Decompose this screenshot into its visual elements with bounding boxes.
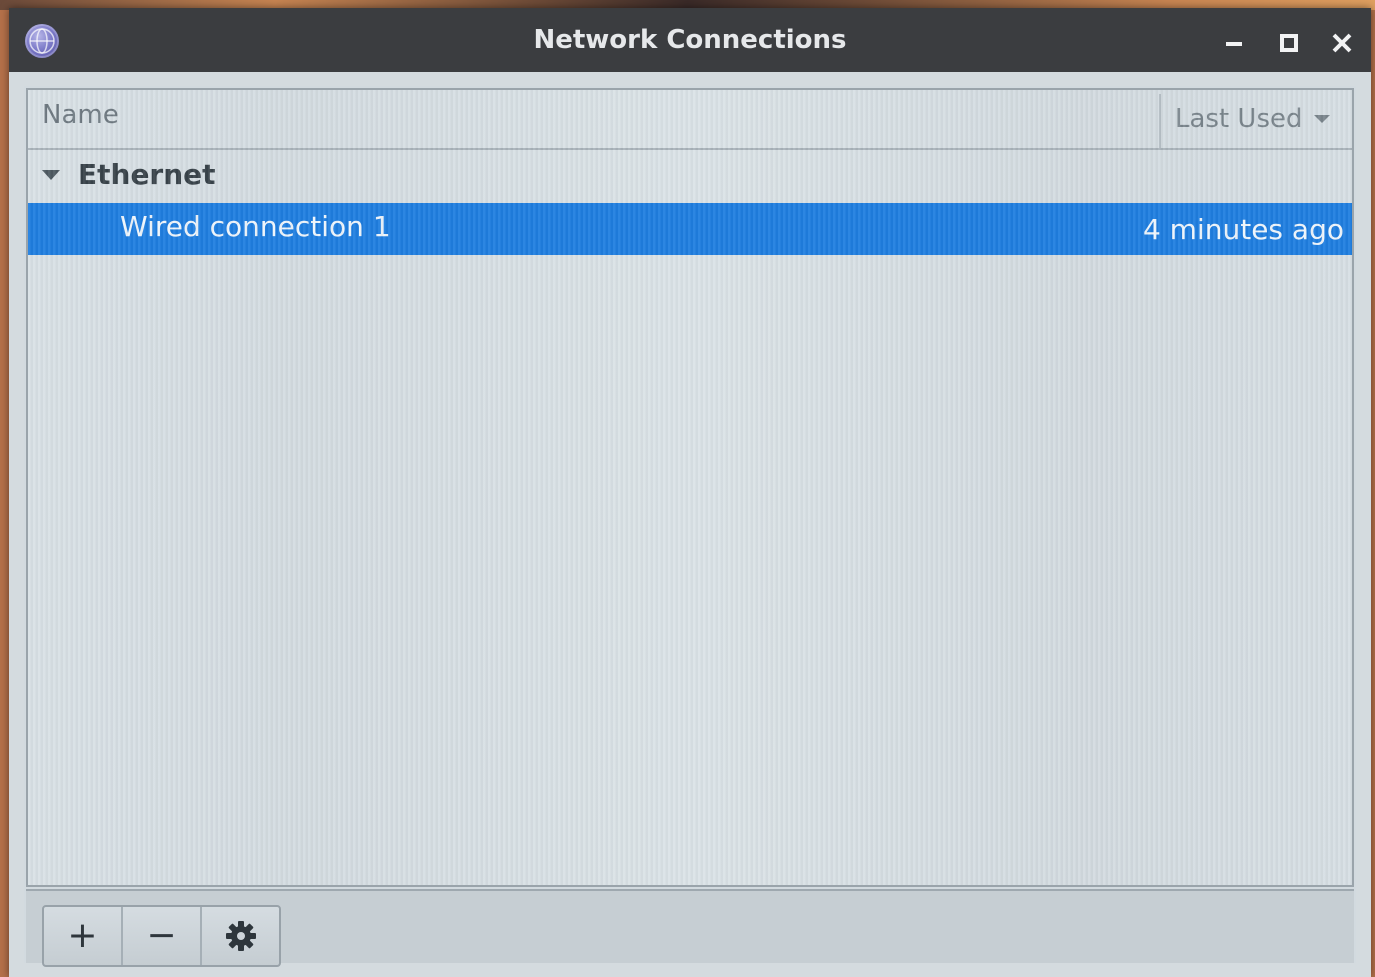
window-content: Name Last Used Ethernet Wired connection… bbox=[24, 86, 1356, 967]
window-title: Network Connections bbox=[533, 25, 847, 55]
column-header-row: Name Last Used bbox=[28, 90, 1352, 150]
close-icon bbox=[1332, 33, 1352, 53]
column-header-last-used[interactable]: Last Used bbox=[1175, 104, 1331, 134]
connection-name: Wired connection 1 bbox=[120, 210, 391, 243]
group-row-ethernet[interactable]: Ethernet bbox=[28, 150, 1352, 202]
add-connection-button[interactable]: + bbox=[44, 907, 123, 965]
maximize-icon bbox=[1280, 34, 1298, 52]
toolbar-button-group: + − bbox=[42, 905, 281, 967]
connection-last-used: 4 minutes ago bbox=[1142, 213, 1344, 246]
remove-button-label: − bbox=[146, 915, 177, 956]
remove-connection-button[interactable]: − bbox=[123, 907, 202, 965]
edit-connection-button[interactable] bbox=[202, 907, 279, 965]
group-label: Ethernet bbox=[78, 158, 216, 191]
title-bar[interactable]: Network Connections bbox=[9, 8, 1371, 72]
column-separator[interactable] bbox=[1159, 94, 1161, 148]
minimize-icon bbox=[1226, 42, 1242, 46]
maximize-button[interactable] bbox=[1274, 28, 1304, 58]
close-button[interactable] bbox=[1327, 28, 1357, 58]
gear-icon bbox=[225, 921, 256, 951]
expander-arrow-icon[interactable] bbox=[42, 170, 60, 180]
minimize-button[interactable] bbox=[1219, 28, 1249, 58]
add-button-label: + bbox=[67, 915, 98, 956]
connection-row[interactable]: Wired connection 1 4 minutes ago bbox=[28, 203, 1352, 255]
column-header-last-used-label: Last Used bbox=[1175, 104, 1303, 134]
column-header-name[interactable]: Name bbox=[42, 100, 119, 130]
bottom-toolbar: + − bbox=[26, 889, 1354, 967]
connections-tree[interactable]: Name Last Used Ethernet Wired connection… bbox=[26, 88, 1354, 887]
network-connections-window: Network Connections Name Last Used Ether… bbox=[9, 8, 1371, 977]
chevron-down-icon bbox=[1313, 115, 1330, 123]
